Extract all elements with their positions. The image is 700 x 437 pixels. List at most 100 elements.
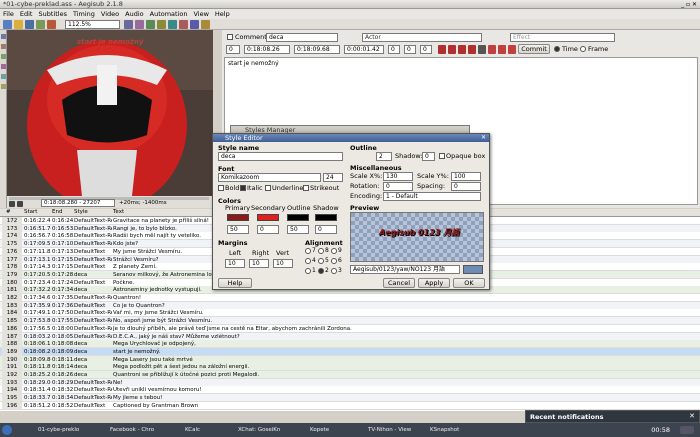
primary-color-button[interactable] [227, 214, 249, 221]
italic-format-icon[interactable] [448, 45, 456, 54]
window-controls[interactable]: _ ▫ ✕ [681, 1, 697, 8]
notification-close-icon[interactable]: ✕ [689, 412, 695, 420]
time-radio[interactable] [554, 46, 560, 52]
cancel-button[interactable]: Cancel [383, 278, 415, 288]
timing-icon[interactable] [179, 20, 188, 29]
taskbar-item[interactable]: Facebook - Chro [100, 425, 170, 435]
bold-format-icon[interactable] [438, 45, 446, 54]
align-radio-6[interactable] [331, 258, 337, 264]
italic-checkbox[interactable] [240, 185, 246, 191]
underline-format-icon[interactable] [458, 45, 466, 54]
col-end[interactable]: End [52, 209, 62, 215]
font-format-icon[interactable] [478, 45, 486, 54]
replace-icon[interactable] [135, 20, 144, 29]
spacing-field[interactable]: 0 [451, 182, 481, 191]
layer-field[interactable]: 0 [226, 45, 240, 54]
comment-checkbox[interactable] [227, 34, 233, 40]
frame-radio[interactable] [580, 46, 586, 52]
secondary-color-button[interactable] [257, 214, 279, 221]
menu-help[interactable]: Help [212, 9, 233, 19]
outline-color-button[interactable] [287, 214, 309, 221]
clip-tool-icon[interactable] [1, 84, 6, 89]
apply-button[interactable]: Apply [418, 278, 450, 288]
audio-open-icon[interactable] [47, 20, 56, 29]
style-margin-right-field[interactable]: 10 [249, 259, 269, 268]
align-radio-2[interactable] [318, 268, 324, 274]
actor-select[interactable]: Actor [362, 33, 482, 42]
rotate-xy-tool-icon[interactable] [1, 64, 6, 69]
kickoff-menu-icon[interactable] [2, 425, 12, 435]
underline-checkbox[interactable] [265, 185, 271, 191]
help-button[interactable]: Help [218, 278, 252, 288]
taskbar-item[interactable]: 01-cybe-preklo [28, 425, 96, 435]
style-name-field[interactable]: deca [218, 152, 343, 161]
table-row[interactable]: 1960:18:51.200:18:52.40DefaultText Captio… [0, 401, 700, 410]
menu-automation[interactable]: Automation [147, 9, 191, 19]
new-file-icon[interactable] [3, 20, 12, 29]
margin-left-field[interactable]: 0 [388, 45, 400, 54]
notification-popup[interactable]: Recent notifications ✕ [525, 410, 700, 423]
system-tray-icon[interactable] [680, 426, 694, 434]
end-time-field[interactable]: 0:18:09.68 [294, 45, 340, 54]
menu-edit[interactable]: Edit [17, 9, 36, 19]
start-time-field[interactable]: 0:18:08.26 [244, 45, 290, 54]
open-file-icon[interactable] [14, 20, 23, 29]
rotation-field[interactable]: 0 [383, 182, 413, 191]
align-radio-4[interactable] [305, 258, 311, 264]
strikeout-checkbox[interactable] [303, 185, 309, 191]
font-size-field[interactable]: 24 [323, 173, 343, 182]
align-radio-5[interactable] [318, 258, 324, 264]
color2-icon[interactable] [498, 45, 506, 54]
align-radio-9[interactable] [331, 248, 337, 254]
taskbar-item[interactable]: XChat: GoseiKn [228, 425, 294, 435]
position-tool-icon[interactable] [1, 44, 6, 49]
primary-alpha-field[interactable]: 50 [227, 225, 249, 234]
color3-icon[interactable] [508, 45, 516, 54]
strikeout-format-icon[interactable] [468, 45, 476, 54]
scale-y-field[interactable]: 100 [451, 172, 481, 181]
taskbar-item[interactable]: TV-Nihon - View [358, 425, 416, 435]
commit-button[interactable]: Commit [518, 44, 550, 54]
margin-vert-field[interactable]: 0 [420, 45, 432, 54]
col-text[interactable]: Text [113, 209, 124, 215]
properties-icon[interactable] [157, 20, 166, 29]
outline-width-field[interactable]: 2 [376, 152, 392, 161]
scale-tool-icon[interactable] [1, 74, 6, 79]
bold-checkbox[interactable] [218, 185, 224, 191]
margin-right-field[interactable]: 0 [404, 45, 416, 54]
effect-field[interactable]: Effect [510, 33, 615, 42]
shift-times-icon[interactable] [190, 20, 199, 29]
menu-timing[interactable]: Timing [70, 9, 98, 19]
opaque-box-checkbox[interactable] [439, 153, 445, 159]
menu-audio[interactable]: Audio [122, 9, 146, 19]
menu-view[interactable]: View [190, 9, 211, 19]
play-icon[interactable] [9, 201, 15, 207]
save-icon[interactable] [25, 20, 34, 29]
stop-icon[interactable] [17, 201, 23, 207]
styles-manager-icon[interactable] [146, 20, 155, 29]
encoding-select[interactable]: 1 - Default [383, 192, 481, 201]
align-radio-3[interactable] [331, 268, 337, 274]
menu-file[interactable]: File [0, 9, 17, 19]
color1-icon[interactable] [488, 45, 496, 54]
align-radio-1[interactable] [305, 268, 311, 274]
style-select[interactable]: deca [266, 33, 338, 42]
col-style[interactable]: Style [74, 209, 88, 215]
preview-bg-color-button[interactable] [463, 265, 483, 274]
col-start[interactable]: Start [24, 209, 37, 215]
secondary-alpha-field[interactable]: 0 [257, 225, 279, 234]
scale-x-field[interactable]: 130 [383, 172, 413, 181]
dialog-close-icon[interactable]: ✕ [481, 134, 486, 141]
style-margin-left-field[interactable]: 10 [225, 259, 245, 268]
preview-text-input[interactable]: Aegisub/0123/yaw/NO123 月語 [350, 265, 460, 274]
find-icon[interactable] [124, 20, 133, 29]
menu-video[interactable]: Video [98, 9, 122, 19]
shadow-alpha-field[interactable]: 0 [315, 225, 337, 234]
taskbar-item[interactable]: KCalc [175, 425, 223, 435]
taskbar-item[interactable]: KSnapshot [420, 425, 480, 435]
shadow-color-button[interactable] [315, 214, 337, 221]
taskbar-item[interactable]: Kopete [300, 425, 352, 435]
attachments-icon[interactable] [168, 20, 177, 29]
rotate-z-tool-icon[interactable] [1, 54, 6, 59]
style-margin-vert-field[interactable]: 10 [273, 259, 293, 268]
